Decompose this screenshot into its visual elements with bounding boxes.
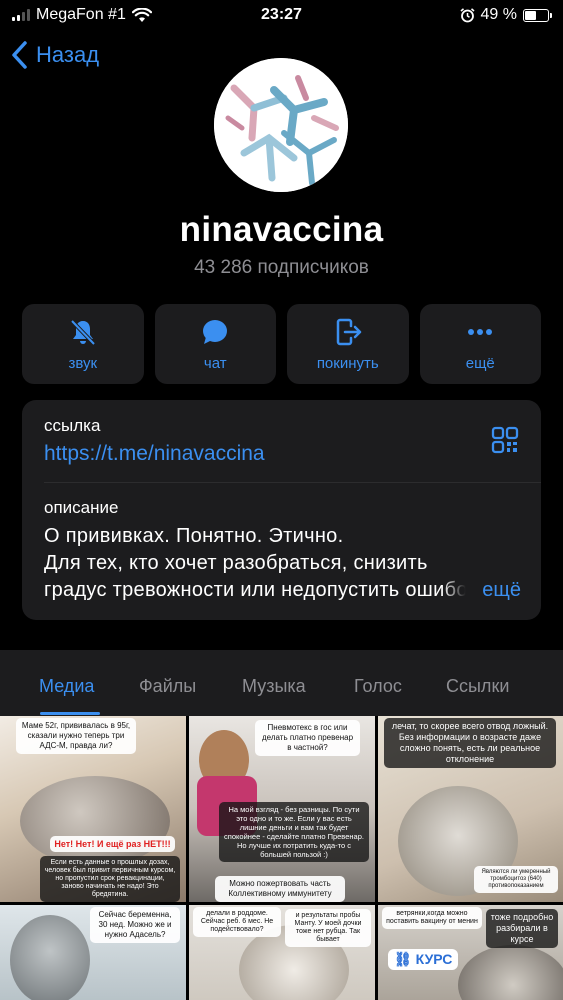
answer-bubble: и результаты пробы Манту. У моей дочки т… <box>285 909 371 947</box>
back-label: Назад <box>36 42 100 67</box>
back-button[interactable]: Назад <box>10 40 99 70</box>
chat-button[interactable]: чат <box>154 304 276 384</box>
mute-button[interactable]: звук <box>22 304 144 384</box>
course-badge: ⛓ КУРС <box>388 949 459 970</box>
question-bubble: Являются ли умеренный тромбоцитоз (640) … <box>474 866 558 893</box>
media-thumbnail[interactable]: ветрянки,когда можно поставить вакцину о… <box>378 905 563 1000</box>
more-button[interactable]: ещё <box>419 304 541 384</box>
answer-bubble: На мой взгляд - без разницы. По сути это… <box>219 802 369 862</box>
qr-code-icon[interactable] <box>491 426 519 454</box>
channel-name: ninavaccina <box>179 210 384 249</box>
info-divider <box>44 482 541 483</box>
more-label: ещё <box>465 354 495 372</box>
battery-percent: 49 % <box>480 6 517 23</box>
caption-bubble: лечат, то скорее всего отвод ложный. Без… <box>384 718 556 768</box>
cat-photo <box>458 945 563 1000</box>
leave-button[interactable]: покинуть <box>287 304 409 384</box>
tab-media[interactable]: Медиа <box>39 676 94 697</box>
chat-bubble-icon <box>203 319 228 344</box>
leave-label: покинуть <box>316 354 379 372</box>
status-bar: MegaFon #1 23:27 49 % <box>0 0 563 30</box>
link-label: ссылка <box>44 416 101 435</box>
tab-voice[interactable]: Голос <box>354 676 402 697</box>
chat-label: чат <box>203 354 227 372</box>
question-bubble: Сейчас беременна, 30 нед. Можно же и нуж… <box>90 907 180 943</box>
info-card: ссылка https://t.me/ninavaccina описание… <box>22 400 541 620</box>
media-grid: Маме 52г, прививалась в 95г, сказали нуж… <box>0 716 563 1000</box>
answer-bubble: Нет! Нет! И ещё раз НЕТ!!! <box>50 836 175 852</box>
status-right: 49 % <box>460 6 552 24</box>
tab-music[interactable]: Музыка <box>242 676 306 697</box>
answer-bubble: тоже подробно разбирали в курсе <box>486 909 558 948</box>
active-tab-indicator <box>40 712 100 715</box>
answer-bubble: Если есть данные о прошлых дозах, челове… <box>40 856 180 902</box>
description-label: описание <box>44 498 119 517</box>
question-bubble: Пневмотекс в гос или делать платно преве… <box>255 720 360 756</box>
media-thumbnail[interactable]: делали в роддоме. Сейчас реб. 6 мес. Не … <box>189 905 375 1000</box>
mute-label: звук <box>68 354 98 372</box>
media-thumbnail[interactable]: Сейчас беременна, 30 нед. Можно же и нуж… <box>0 905 186 1000</box>
cat-photo <box>20 776 170 866</box>
bell-slash-icon <box>70 319 96 345</box>
battery-icon <box>523 8 552 22</box>
course-badge-label: КУРС <box>415 951 453 967</box>
cat-photo <box>10 915 90 1000</box>
question-bubble: ветрянки,когда можно поставить вакцину о… <box>382 907 482 929</box>
action-row: звук чат покинуть ещё <box>22 304 541 384</box>
channel-link[interactable]: https://t.me/ninavaccina <box>44 442 265 466</box>
media-tabs: Медиа Файлы Музыка Голос Ссылки <box>0 650 563 716</box>
media-thumbnail[interactable]: Пневмотекс в гос или делать платно преве… <box>189 716 375 902</box>
question-bubble: делали в роддоме. Сейчас реб. 6 мес. Не … <box>193 907 281 937</box>
tab-files[interactable]: Файлы <box>139 676 196 697</box>
description-line: Для тех, кто хочет разобраться, снизить <box>44 552 428 574</box>
alarm-icon <box>460 7 475 22</box>
tab-links[interactable]: Ссылки <box>446 676 509 697</box>
media-thumbnail[interactable]: Маме 52г, прививалась в 95г, сказали нуж… <box>0 716 186 902</box>
question-bubble: Маме 52г, прививалась в 95г, сказали нуж… <box>16 718 136 754</box>
answer-bubble: Можно пожертвовать часть Коллективному и… <box>215 876 345 902</box>
channel-avatar[interactable] <box>214 58 348 192</box>
chevron-left-icon <box>12 41 27 69</box>
link-icon: ⛓ <box>394 951 412 967</box>
leave-icon <box>336 318 361 345</box>
description-line: О прививках. Понятно. Этично. <box>44 525 344 547</box>
subscriber-count: 43 286 подписчиков <box>194 257 369 278</box>
antibody-image <box>214 58 348 192</box>
description-more-link[interactable]: ещё <box>442 579 521 602</box>
more-dots-icon <box>468 328 493 335</box>
media-thumbnail[interactable]: лечат, то скорее всего отвод ложный. Без… <box>378 716 563 902</box>
